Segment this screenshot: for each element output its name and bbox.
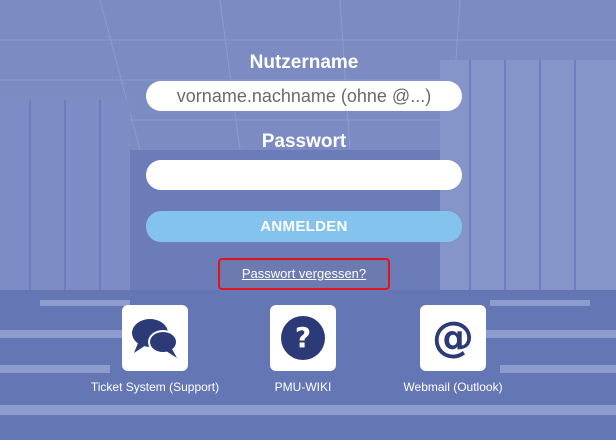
ticket-system-tile[interactable]	[122, 305, 188, 371]
forgot-password-link[interactable]: Passwort vergessen?	[220, 260, 388, 288]
svg-text:@: @	[432, 315, 474, 361]
username-input[interactable]	[146, 81, 462, 111]
username-label: Nutzername	[249, 52, 359, 73]
password-input[interactable]	[146, 160, 462, 190]
chat-bubbles-icon	[132, 319, 178, 358]
at-sign-icon: @	[432, 315, 474, 361]
svg-text:?: ?	[295, 321, 311, 354]
question-circle-icon: ?	[281, 316, 325, 360]
password-label: Passwort	[261, 131, 347, 152]
ticket-system-label[interactable]: Ticket System (Support)	[75, 380, 235, 394]
webmail-label[interactable]: Webmail (Outlook)	[373, 380, 533, 394]
forgot-password-highlight: Passwort vergessen?	[218, 258, 390, 290]
pmu-wiki-label[interactable]: PMU-WIKI	[223, 380, 383, 394]
pmu-wiki-tile[interactable]: ?	[270, 305, 336, 371]
login-button[interactable]: ANMELDEN	[146, 211, 462, 242]
webmail-tile[interactable]: @	[420, 305, 486, 371]
